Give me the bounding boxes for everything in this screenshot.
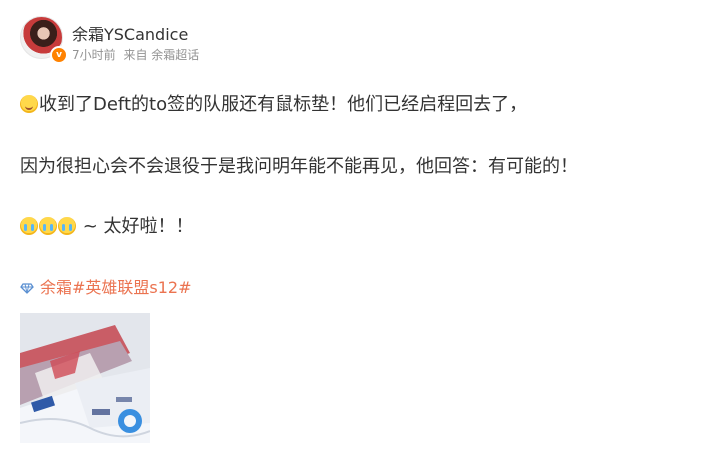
post-line-1: 收到了Deft的to签的队服还有鼠标垫！他们已经启程回去了， <box>20 90 527 116</box>
post-text-2: 因为很担心会不会退役于是我问明年能不能再见，他回答：有可能的！ <box>20 156 578 177</box>
crying-emoji-icon <box>58 217 76 235</box>
post-image[interactable] <box>20 313 150 443</box>
crying-emoji-icon <box>20 217 38 235</box>
photo-jersey-mousepad-image <box>20 313 150 443</box>
topic-link-row: 余霜#英雄联盟s12# <box>20 274 192 298</box>
diamond-icon <box>20 283 34 294</box>
post-time[interactable]: 7小时前 <box>72 48 116 62</box>
crying-emoji-icon <box>39 217 57 235</box>
post-line-3: ~ 太好啦！！ <box>20 212 194 238</box>
post-text-1: 收到了Deft的to签的队服还有鼠标垫！他们已经启程回去了， <box>39 94 528 115</box>
post-line-2: 因为很担心会不会退役于是我问明年能不能再见，他回答：有可能的！ <box>20 152 578 178</box>
happy-emoji-icon <box>20 95 38 113</box>
post-text-3: ~ 太好啦！！ <box>82 216 194 237</box>
verified-badge-icon: v <box>50 46 68 64</box>
user-name[interactable]: 余霜YSCandice <box>72 21 188 45</box>
topic-link[interactable]: 余霜#英雄联盟s12# <box>40 278 192 297</box>
post-source[interactable]: 来自 余霜超话 <box>123 48 199 62</box>
post-meta: 7小时前 来自 余霜超话 <box>72 46 203 63</box>
